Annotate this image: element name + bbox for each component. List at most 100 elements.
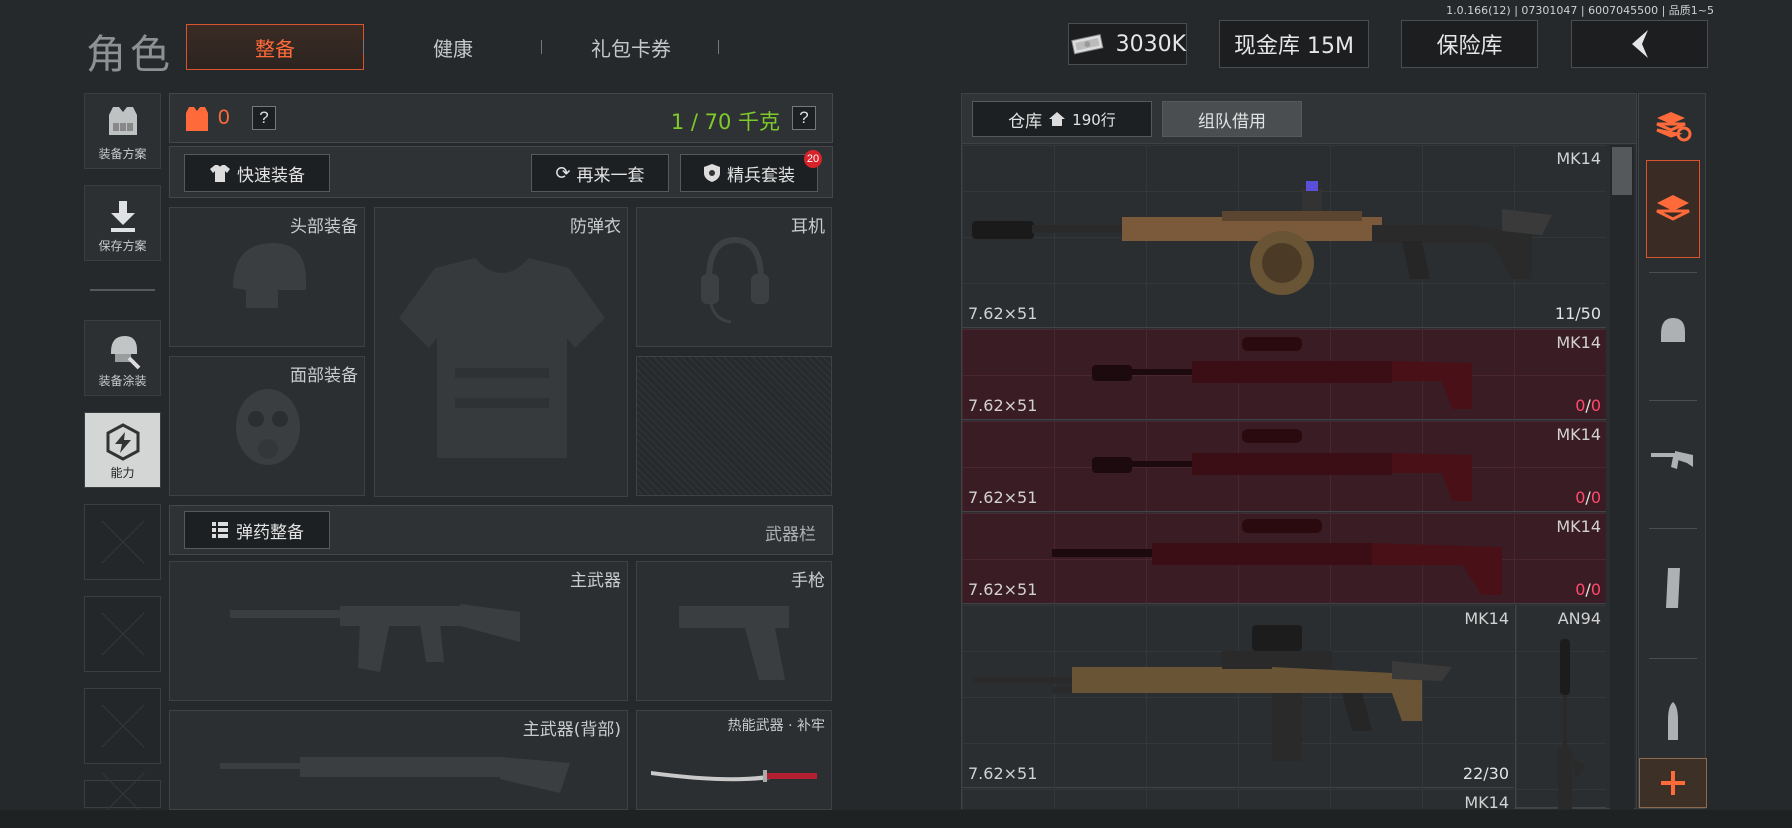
warehouse-item[interactable]: MK14 7.62×51 0/0 <box>962 329 1606 420</box>
equip-plan-label: 装备方案 <box>98 147 147 161</box>
empty-rail-slot[interactable] <box>84 688 161 764</box>
warehouse-item[interactable]: MK14 7.62×51 0/0 <box>962 513 1606 604</box>
elite-set-button[interactable]: 精兵套装 <box>680 154 818 192</box>
rifle-silhouette-icon <box>220 757 570 793</box>
team-borrow-label: 组队借用 <box>1198 111 1266 132</box>
ammo-total: 0 <box>1590 580 1601 599</box>
armor-help-button[interactable]: ? <box>252 106 276 130</box>
quick-equip-button[interactable]: 快速装备 <box>184 154 330 192</box>
category-weapons[interactable] <box>1645 430 1701 486</box>
ammo-icon <box>212 522 228 538</box>
stack-refresh-icon <box>1656 112 1692 142</box>
tab-label: 健康 <box>433 36 473 61</box>
tab-gift[interactable]: 礼包卡券 <box>542 24 720 70</box>
page-title: 角色 <box>86 32 174 78</box>
item-caliber: 7.62×51 <box>968 764 1038 783</box>
warehouse-item[interactable]: AN94 <box>1515 605 1606 809</box>
money-icon <box>1071 34 1104 55</box>
weapon-bar-label: 武器栏 <box>765 525 816 545</box>
team-borrow-tab[interactable]: 组队借用 <box>1162 101 1302 137</box>
primary-back-slot[interactable]: 主武器(背部) <box>169 710 628 810</box>
empty-rail-slot[interactable] <box>84 504 161 580</box>
pistol-slot[interactable]: 手枪 <box>636 561 832 701</box>
weight-help-button[interactable]: ? <box>792 106 816 130</box>
primary-weapon-label: 主武器 <box>570 571 621 591</box>
shield-icon <box>704 164 720 182</box>
category-armor[interactable] <box>1645 302 1701 358</box>
mk14-scoped-rifle-icon <box>1052 519 1502 595</box>
safe-button[interactable]: 保险库 <box>1401 20 1538 68</box>
vest-slot[interactable]: 防弹衣 <box>374 207 628 497</box>
rail-divider <box>1649 400 1697 401</box>
tab-label: 整备 <box>255 36 295 61</box>
helmet-icon <box>233 243 306 308</box>
safe-label: 保险库 <box>1436 34 1503 59</box>
magazine-icon <box>1666 568 1680 608</box>
headphone-slot[interactable]: 耳机 <box>636 207 832 347</box>
rail-divider <box>1649 528 1697 529</box>
rifle-icon <box>1651 451 1693 469</box>
empty-rail-slot[interactable] <box>84 596 161 672</box>
ammo-loaded: 0 <box>1575 580 1586 599</box>
warehouse-item[interactable]: MK14 7.62×51 0/0 <box>962 421 1606 512</box>
category-all[interactable] <box>1646 160 1700 258</box>
warehouse-item[interactable]: MK14 <box>962 789 1514 812</box>
category-magazines[interactable] <box>1645 560 1701 616</box>
equip-skin-button[interactable]: 装备涂装 <box>84 320 161 396</box>
all-items-icon <box>1656 195 1690 221</box>
warehouse-rows: 190行 <box>1072 110 1116 129</box>
category-rail <box>1638 93 1707 809</box>
ability-label: 能力 <box>110 466 135 480</box>
ammo-equip-button[interactable]: 弹药整备 <box>184 511 330 549</box>
locked-slot <box>636 356 832 496</box>
item-name: MK14 <box>1556 517 1601 536</box>
tab-health[interactable]: 健康 <box>364 24 542 70</box>
home-icon <box>1049 112 1066 126</box>
an94-rifle-icon <box>1558 639 1586 809</box>
face-slot[interactable]: 面部装备 <box>169 356 365 496</box>
elite-set-label: 精兵套装 <box>727 165 795 186</box>
katana-icon <box>651 770 817 782</box>
warehouse-tab[interactable]: 仓库 190行 <box>972 101 1152 137</box>
back-button[interactable] <box>1571 20 1708 68</box>
equip-again-label: 再来一套 <box>576 165 645 186</box>
tab-label: 礼包卡券 <box>591 36 671 61</box>
empty-rail-slot[interactable] <box>84 780 161 808</box>
scrollbar-thumb[interactable] <box>1612 147 1632 195</box>
category-ammo[interactable] <box>1645 694 1701 750</box>
warehouse-scrollbar[interactable] <box>1610 145 1634 809</box>
mk14-ebr-rifle-icon <box>972 625 1452 761</box>
item-ammo-count: 22/30 <box>1462 764 1509 783</box>
warehouse-item[interactable]: MK14 7.62×51 11/50 <box>962 145 1606 328</box>
item-ammo-count: 0/0 <box>1575 488 1601 507</box>
ability-button[interactable]: 能力 <box>84 412 161 488</box>
money-display: 3030K <box>1068 23 1187 65</box>
mk14-scoped-rifle-icon <box>1092 429 1472 501</box>
primary-back-label: 主武器(背部) <box>522 720 621 740</box>
version-info: 1.0.166(12) | 07301047 | 6007045500 | 品质… <box>1446 4 1714 17</box>
body-armor-icon <box>399 258 605 458</box>
quick-equip-label: 快速装备 <box>237 165 305 186</box>
action-bar: 快速装备 ⟳ 再来一套 精兵套装 20 <box>169 146 833 198</box>
cash-vault-button[interactable]: 现金库 15M <box>1219 20 1369 68</box>
add-button[interactable] <box>1639 758 1707 808</box>
equip-again-button[interactable]: ⟳ 再来一套 <box>531 154 669 192</box>
sort-refresh-button[interactable] <box>1645 98 1701 154</box>
warehouse-item[interactable]: MK14 7.62×51 22/30 <box>962 605 1514 788</box>
item-name: MK14 <box>1556 425 1601 444</box>
loadout-header: 0 ? 1 / 70 千克 ? <box>169 93 833 143</box>
head-slot[interactable]: 头部装备 <box>169 207 365 347</box>
refresh-icon: ⟳ <box>555 162 571 184</box>
primary-weapon-slot[interactable]: 主武器 <box>169 561 628 701</box>
item-ammo-count: 0/0 <box>1575 580 1601 599</box>
ammo-bar: 弹药整备 武器栏 <box>169 505 833 555</box>
melee-slot[interactable]: 热能武器 · 补牢 <box>636 710 832 810</box>
ammo-total: 0 <box>1590 488 1601 507</box>
save-plan-button[interactable]: 保存方案 <box>84 185 161 261</box>
item-caliber: 7.62×51 <box>968 488 1038 507</box>
armor-icon <box>186 107 208 131</box>
equip-plan-button[interactable]: 装备方案 <box>84 93 161 169</box>
ammo-equip-label: 弹药整备 <box>236 522 304 543</box>
vest-icon <box>108 107 137 135</box>
tab-equip[interactable]: 整备 <box>186 24 364 70</box>
